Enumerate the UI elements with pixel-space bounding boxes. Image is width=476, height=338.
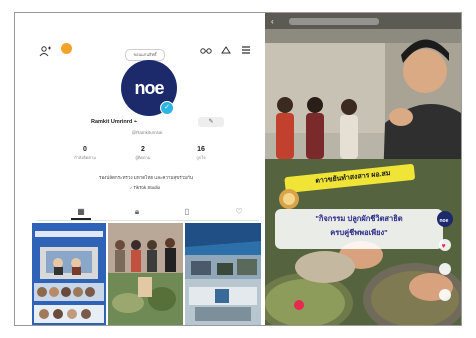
profile-stats: 0 กำลังติดตาม 2 ผู้ติดตาม 16 ถูกใจ: [65, 146, 235, 166]
tiktok-studio-link[interactable]: ♪ TikTok Studio: [115, 185, 175, 190]
stat-label: ถูกใจ: [196, 155, 206, 160]
video-thumbnail[interactable]: [108, 223, 183, 325]
avatar-logo-text: noe: [134, 78, 164, 98]
edit-profile-button[interactable]: ✎: [198, 117, 224, 127]
add-user-icon[interactable]: [39, 45, 51, 60]
stat-followers[interactable]: 2 ผู้ติดตาม: [123, 146, 163, 161]
username-handle: @Ramkiturnsai: [131, 130, 163, 135]
display-name: Ramkit Umrinrd ⌁: [91, 119, 138, 125]
video-caption-line1: "กิจกรรม ปลูกผักชีวิตสาธิต: [315, 214, 403, 223]
coin-icon[interactable]: [61, 43, 72, 54]
video-player[interactable]: ‹ noe ♥ ดาวขยันทำสงสาร ผอ.สม "กิจกรรม ปล…: [265, 13, 461, 325]
stat-label: กำลังติดตาม: [74, 155, 96, 160]
tab-liked-icon[interactable]: ♡: [229, 206, 249, 218]
tab-private-icon[interactable]: 🔒︎: [127, 206, 147, 218]
tab-videos-icon[interactable]: ▦: [71, 206, 91, 220]
menu-icon[interactable]: [241, 45, 251, 58]
video-grid: [32, 223, 261, 325]
svg-text:‹: ‹: [271, 17, 274, 26]
stat-value: 2: [141, 146, 145, 153]
profile-bio: รองปลัดกระทรวง มหาดไทย และความสุขร่วมกัน: [99, 175, 193, 180]
stat-value: 0: [83, 146, 87, 153]
tab-saved-icon[interactable]: ▯: [177, 206, 197, 218]
video-thumbnail[interactable]: [185, 223, 261, 325]
video-caption-line2: ครบคู่ชีพพอเพียง": [330, 228, 388, 237]
screenshot-frame: ขอนแก่นสิทธิ์ noe ✓ Ramkit Umrinrd ⌁ ✎ @…: [14, 12, 462, 326]
svg-text:♥: ♥: [442, 243, 446, 250]
studio-label: TikTok Studio: [133, 185, 161, 190]
glasses-icon[interactable]: [200, 45, 212, 58]
profile-panel: ขอนแก่นสิทธิ์ noe ✓ Ramkit Umrinrd ⌁ ✎ @…: [15, 13, 261, 325]
footprint-icon[interactable]: [220, 45, 232, 58]
video-thumbnail[interactable]: [32, 223, 106, 325]
profile-tabs: ▦ 🔒︎ ▯ ♡: [37, 206, 259, 221]
stat-label: ผู้ติดตาม: [135, 155, 151, 160]
stat-value: 16: [197, 146, 205, 153]
stat-following[interactable]: 0 กำลังติดตาม: [65, 146, 105, 161]
verified-badge-icon: ✓: [160, 101, 174, 115]
svg-text:noe: noe: [440, 218, 449, 224]
stat-likes[interactable]: 16 ถูกใจ: [181, 146, 221, 161]
